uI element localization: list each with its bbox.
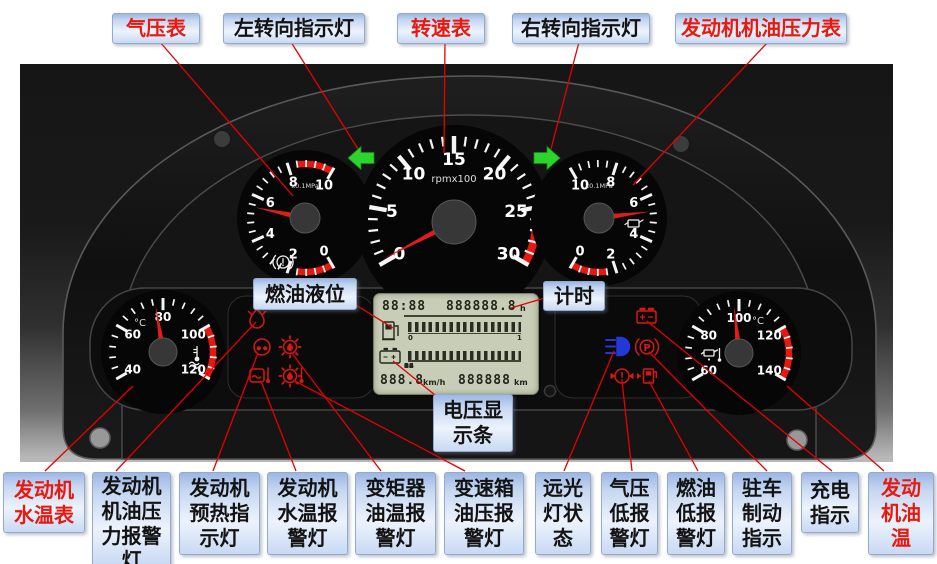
- callout-high-beam-status: 远光 灯状 态: [535, 472, 591, 555]
- svg-text:x0.1MPa: x0.1MPa: [585, 182, 612, 190]
- fuel-pump-icon: [380, 320, 406, 344]
- svg-text:15: 15: [442, 150, 466, 170]
- callout-air-pressure-gauge: 气压表: [112, 13, 200, 44]
- lcd-speed-unit: km/h: [423, 378, 445, 387]
- fuel-bar-axis: [408, 333, 521, 335]
- lcd-display: 88:88 888888.8 h 0 1 0 8 16: [373, 293, 539, 395]
- callout-oil-pressure-warning: 发动机 机油压 力报警 灯: [92, 472, 171, 564]
- battery-icon: [378, 347, 404, 365]
- callout-water-temp-warning: 发动机 水温报 警灯: [267, 472, 348, 555]
- lcd-hours-unit: h: [520, 304, 526, 313]
- callout-air-pressure-low-warning: 气压 低报 警灯: [601, 472, 658, 555]
- svg-text:120: 120: [757, 329, 782, 343]
- air-pressure-gauge: 0246810x0.1MPa: [237, 150, 373, 286]
- svg-text:10: 10: [402, 165, 426, 185]
- svg-text:6: 6: [629, 196, 638, 211]
- water-temp-gauge: 406080100120°C: [101, 290, 225, 414]
- trip-reset-knob[interactable]: [545, 386, 556, 397]
- high-beam-indicator-icon: [606, 338, 630, 356]
- callout-charging-indicator: 充电 指示: [801, 472, 859, 533]
- svg-text:°C: °C: [752, 316, 764, 327]
- svg-text:4: 4: [629, 227, 638, 242]
- callout-water-temp-gauge: 发动机 水温表: [3, 472, 85, 533]
- svg-text:140: 140: [757, 364, 782, 378]
- voltage-bar: [408, 351, 521, 360]
- svg-text:60: 60: [700, 364, 717, 378]
- svg-text:P: P: [643, 343, 650, 354]
- callout-preheat-indicator: 发动机 预热指 示灯: [179, 472, 260, 555]
- lcd-separator: [404, 315, 522, 317]
- fuel-scale-min: 0: [408, 334, 413, 342]
- svg-text:°C: °C: [134, 318, 146, 329]
- svg-text:x0.1MPa: x0.1MPa: [291, 182, 318, 190]
- callout-hour-meter: 计时: [543, 281, 605, 311]
- svg-text:100: 100: [181, 328, 206, 342]
- svg-text:0: 0: [319, 244, 328, 259]
- svg-text:30: 30: [497, 244, 521, 264]
- callout-parking-brake-indicator: 驻车 制动 指示: [732, 472, 792, 555]
- lcd-speed: 888.8: [380, 373, 424, 388]
- screw-hole: [213, 130, 231, 148]
- lcd-clock: 88:88: [382, 299, 426, 314]
- instrument-cluster-diagram: 0246810x0.1MPa051015202530rpmx1000246810…: [0, 0, 937, 564]
- svg-text:25: 25: [504, 202, 528, 222]
- callout-right-turn-indicator: 右转向指示灯: [512, 13, 650, 44]
- callout-left-turn-indicator: 左转向指示灯: [223, 13, 365, 44]
- callout-oil-temp-gauge: 发动 机油 温: [868, 472, 934, 555]
- voltage-bar-axis: [408, 360, 521, 362]
- svg-text:4: 4: [266, 227, 275, 242]
- oil-pressure-gauge: 0246810x0.1MPa: [531, 150, 667, 286]
- volt-scale-32: 32: [404, 362, 414, 370]
- screw-hole: [90, 428, 110, 448]
- svg-text:6: 6: [266, 196, 275, 211]
- callout-fuel-level: 燃油液位: [253, 278, 357, 310]
- svg-text:20: 20: [483, 165, 507, 185]
- svg-text:40: 40: [124, 363, 141, 377]
- svg-text:0: 0: [575, 244, 584, 259]
- lcd-odometer-unit: km: [514, 378, 528, 387]
- svg-text:rpmx100: rpmx100: [431, 174, 476, 185]
- svg-text:5: 5: [386, 202, 398, 222]
- callout-voltage-bar: 电压显 示条: [433, 394, 513, 452]
- svg-text:100: 100: [726, 311, 751, 325]
- fuel-scale-max: 1: [517, 334, 522, 342]
- svg-text:120: 120: [181, 363, 206, 377]
- fuel-level-bar: [408, 322, 521, 332]
- callout-fuel-low-warning: 燃油 低报 警灯: [667, 472, 725, 555]
- svg-text:80: 80: [700, 329, 717, 343]
- callout-transmission-warning: 变速箱 油压报 警灯: [444, 472, 524, 555]
- screw-hole: [672, 135, 690, 153]
- tachometer: 051015202530rpmx100: [357, 125, 551, 319]
- svg-text:2: 2: [606, 248, 615, 263]
- lcd-hour-meter: 888888.8: [446, 299, 516, 314]
- callout-tachometer: 转速表: [397, 13, 485, 44]
- lcd-odometer: 888888: [458, 373, 510, 388]
- callout-engine-oil-pressure-gauge: 发动机机油压力表: [675, 13, 847, 44]
- callout-torque-converter-warning: 变矩器 油温报 警灯: [355, 472, 436, 555]
- svg-text:60: 60: [124, 328, 141, 342]
- oil-temp-gauge: 60 80 100 120 140 °C: [677, 291, 801, 415]
- screw-hole: [787, 430, 807, 450]
